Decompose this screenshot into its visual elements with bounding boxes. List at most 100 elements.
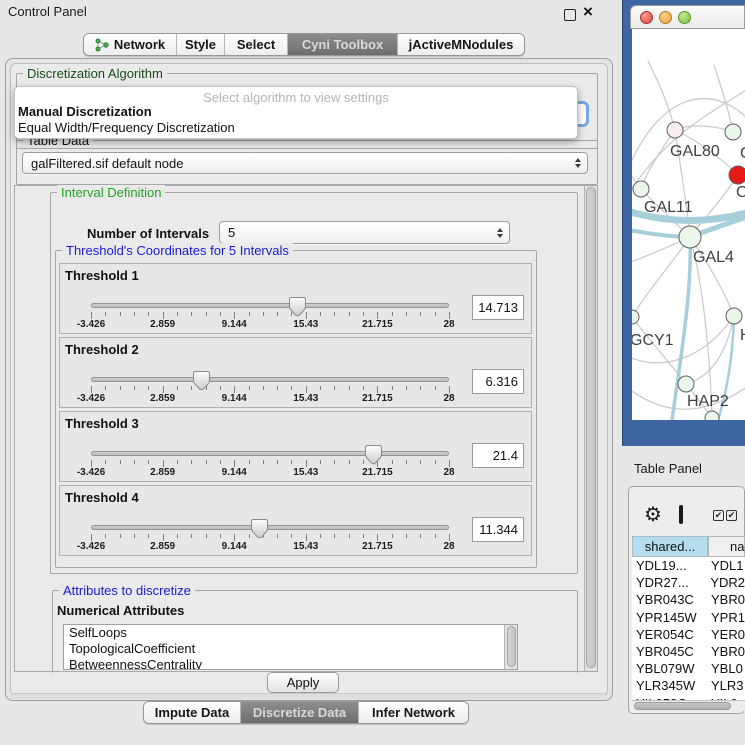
table-row[interactable]: YBL079WYBL0: [632, 660, 745, 677]
slider-track[interactable]: [91, 451, 449, 456]
cell-name[interactable]: YBR0: [708, 592, 745, 607]
table-row[interactable]: YBR045CYBR0: [632, 643, 745, 660]
cell-name[interactable]: YLR3: [708, 678, 744, 693]
attribute-list-item[interactable]: TopologicalCoefficient: [64, 641, 517, 657]
cell-shared-name[interactable]: YDR27...: [632, 575, 707, 590]
cell-shared-name[interactable]: YLR345W: [632, 678, 708, 693]
column-header-name[interactable]: na: [708, 536, 745, 557]
network-node-node-top-right[interactable]: [725, 124, 741, 140]
close-traffic-light-icon[interactable]: [640, 11, 653, 24]
table-row[interactable]: YDR27...YDR2: [632, 574, 745, 591]
threshold-value-field[interactable]: 14.713: [472, 295, 524, 320]
network-node-H-node[interactable]: [726, 308, 742, 324]
network-node-GCY1[interactable]: [632, 310, 639, 324]
tab-network[interactable]: Network: [84, 34, 177, 55]
cell-name[interactable]: YBL0: [708, 661, 743, 676]
table-body[interactable]: YDL19...YDL1YDR27...YDR2YBR043CYBR0YPR14…: [632, 557, 745, 700]
tick-mark: [148, 534, 149, 538]
checkbox-checked-icon[interactable]: ✔: [713, 510, 724, 521]
network-node-GAL4[interactable]: [679, 226, 701, 248]
network-node-GAL11[interactable]: [633, 181, 649, 197]
tab-select[interactable]: Select: [225, 34, 288, 55]
slider-thumb[interactable]: [289, 296, 306, 317]
scrollbar-thumb[interactable]: [634, 702, 731, 710]
cell-shared-name[interactable]: YBL079W: [632, 661, 708, 676]
network-edge[interactable]: [648, 61, 675, 130]
cell-shared-name[interactable]: YDL19...: [632, 558, 708, 573]
cell-name[interactable]: YDL1: [708, 558, 744, 573]
tab-cyni-toolbox[interactable]: Cyni Toolbox: [288, 34, 398, 55]
tick-label: 21.715: [362, 319, 393, 330]
tick-mark: [334, 386, 335, 390]
apply-button[interactable]: Apply: [267, 672, 339, 693]
checkbox-checked-icon[interactable]: ✔: [726, 510, 737, 521]
cell-shared-name[interactable]: YER054C: [632, 627, 708, 642]
tab-impute-data[interactable]: Impute Data: [144, 702, 241, 723]
network-edge[interactable]: [714, 65, 733, 132]
dropdown-option-manual[interactable]: Manual Discretization: [18, 104, 152, 119]
attribute-list-item[interactable]: BetweennessCentrality: [64, 657, 517, 670]
column-header-shared-name[interactable]: shared...: [632, 536, 708, 557]
cell-name[interactable]: YBR0: [708, 644, 745, 659]
tick-mark: [435, 312, 436, 316]
table-row[interactable]: YPR145WYPR1: [632, 609, 745, 626]
tick-label: 15.43: [293, 541, 318, 552]
tab-style[interactable]: Style: [177, 34, 225, 55]
close-icon[interactable]: ×: [583, 3, 593, 20]
attribute-list-item[interactable]: SelfLoops: [64, 625, 517, 641]
scrollbar-thumb[interactable]: [507, 626, 516, 667]
network-window-titlebar[interactable]: [630, 5, 745, 29]
tick-label: -3.426: [77, 319, 105, 330]
network-node-GAL80[interactable]: [667, 122, 683, 138]
slider-track[interactable]: [91, 303, 449, 308]
slider-track[interactable]: [91, 377, 449, 382]
gear-icon[interactable]: ⚙: [644, 502, 662, 527]
split-panel-icon[interactable]: [679, 505, 683, 524]
numerical-attributes-list[interactable]: SelfLoopsTopologicalCoefficientBetweenne…: [63, 624, 518, 670]
scrollbar-thumb[interactable]: [586, 187, 596, 668]
attributes-list-scrollbar[interactable]: [504, 625, 517, 669]
tick-mark: [105, 386, 106, 390]
network-graph[interactable]: GAL80GACGAL11GAL4GCY1HAHAP2: [632, 29, 745, 420]
cell-shared-name[interactable]: YPR145W: [632, 610, 708, 625]
network-node-partial-node[interactable]: [705, 411, 719, 420]
slider-track[interactable]: [91, 525, 449, 530]
cell-name[interactable]: YER0: [708, 627, 745, 642]
network-edge[interactable]: [632, 237, 690, 317]
network-canvas[interactable]: GAL80GACGAL11GAL4GCY1HAHAP2: [632, 29, 745, 420]
threshold-value-field[interactable]: 11.344: [472, 517, 524, 542]
tick-mark: [234, 386, 235, 393]
dropdown-option-equal-width[interactable]: Equal Width/Frequency Discretization: [18, 120, 235, 135]
tick-mark: [105, 534, 106, 538]
float-window-icon[interactable]: [564, 9, 576, 21]
table-row[interactable]: YBR043CYBR0: [632, 591, 745, 608]
minimize-traffic-light-icon[interactable]: [659, 11, 672, 24]
cell-name[interactable]: YDR2: [707, 575, 745, 590]
table-horizontal-scrollbar[interactable]: [632, 700, 745, 711]
threshold-value-field[interactable]: 21.4: [472, 443, 524, 468]
tab-infer-network[interactable]: Infer Network: [359, 702, 468, 723]
threshold-value-field[interactable]: 6.316: [472, 369, 524, 394]
settings-vertical-scrollbar[interactable]: [584, 186, 597, 671]
table-row[interactable]: YER054CYER0: [632, 626, 745, 643]
tab-jactivemnodules[interactable]: jActiveMNodules: [398, 34, 524, 55]
slider-thumb[interactable]: [193, 370, 210, 391]
table-row[interactable]: YDL19...YDL1: [632, 557, 745, 574]
cell-shared-name[interactable]: YBR045C: [632, 644, 708, 659]
slider-thumb[interactable]: [365, 444, 382, 465]
tick-label: 9.144: [222, 393, 247, 404]
tick-mark: [420, 534, 421, 538]
table-row[interactable]: YLR345WYLR3: [632, 677, 745, 694]
table-data-combobox[interactable]: galFiltered.sif default node: [22, 152, 588, 174]
control-panel-tabs: NetworkStyleSelectCyni ToolboxjActiveMNo…: [83, 33, 525, 56]
cell-shared-name[interactable]: YBR043C: [632, 592, 708, 607]
cell-name[interactable]: YPR1: [708, 610, 745, 625]
network-edge[interactable]: [675, 126, 733, 132]
zoom-traffic-light-icon[interactable]: [678, 11, 691, 24]
tab-discretize-data[interactable]: Discretize Data: [241, 702, 359, 723]
tick-mark: [406, 460, 407, 464]
network-node-HAP2[interactable]: [678, 376, 694, 392]
slider-thumb[interactable]: [251, 518, 268, 539]
number-of-intervals-combobox[interactable]: 5: [219, 221, 510, 244]
network-node-red-node[interactable]: [729, 166, 745, 184]
